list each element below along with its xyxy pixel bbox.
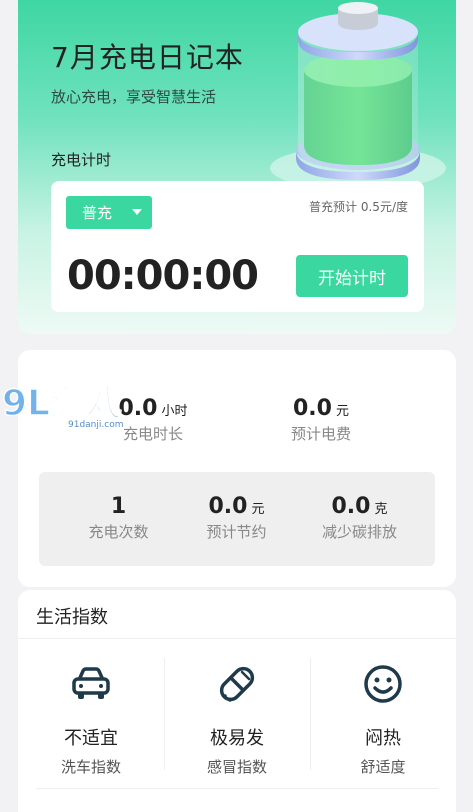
charge-mode-value: 普充 (82, 204, 113, 222)
carwash-value: 不适宜 (64, 728, 118, 749)
stat-fee: 0.0 元 预计电费 (256, 396, 386, 444)
divider (36, 788, 438, 789)
stat-saving-value: 0.0 (208, 494, 248, 519)
chevron-down-icon (132, 209, 142, 215)
price-estimate-text: 普充预计 0.5元/度 (309, 200, 408, 214)
stat-carbon-label: 减少碳排放 (321, 523, 397, 541)
comfort-value: 闷热 (365, 728, 401, 749)
charge-mode-select[interactable]: 普充 (66, 196, 152, 229)
watermark-text: 9L游戏 (2, 383, 122, 424)
stat-carbon-unit: 克 (374, 502, 388, 517)
stat-carbon: 0.0 克 减少碳排放 (297, 494, 422, 542)
life-item-comfort: 闷热 舒适度 (310, 662, 456, 777)
timer-section-label: 充电计时 (51, 151, 112, 169)
car-icon (18, 662, 164, 706)
stat-count-label: 充电次数 (88, 523, 149, 541)
life-item-cold: 极易发 感冒指数 (164, 662, 310, 777)
divider (18, 638, 456, 639)
stat-fee-value: 0.0 (293, 396, 332, 421)
stat-count: 1 充电次数 (61, 494, 176, 542)
stat-saving-label: 预计节约 (206, 523, 267, 541)
page-title: 7月充电日记本 (51, 41, 244, 74)
stat-saving-unit: 元 (251, 502, 265, 517)
stat-count-value: 1 (110, 494, 127, 519)
timer-display: 00:00:00 (67, 253, 259, 299)
comfort-label: 舒适度 (360, 758, 406, 776)
page-subtitle: 放心充电，享受智慧生活 (51, 88, 217, 106)
battery-illustration-icon (266, 0, 446, 195)
stats-detail-panel: 1 充电次数 0.0 元 预计节约 0.0 克 减少碳排放 (39, 472, 435, 566)
watermark-url: 91danji.com (68, 420, 123, 430)
cold-value: 极易发 (210, 728, 264, 749)
stat-carbon-value: 0.0 (331, 494, 371, 519)
cold-label: 感冒指数 (206, 758, 267, 776)
pill-icon (164, 662, 310, 706)
life-item-carwash: 不适宜 洗车指数 (18, 662, 164, 777)
life-index-title: 生活指数 (36, 607, 108, 628)
start-timer-button[interactable]: 开始计时 (296, 255, 408, 297)
carwash-label: 洗车指数 (60, 758, 121, 776)
timer-card: 普充 普充预计 0.5元/度 00:00:00 开始计时 (51, 181, 424, 312)
stat-saving: 0.0 元 预计节约 (179, 494, 294, 542)
life-index-card: 生活指数 不适宜 洗车指数 极易发 感冒指数 闷热 舒适度 (18, 590, 456, 812)
stat-fee-label: 预计电费 (290, 425, 351, 443)
smile-icon (310, 662, 456, 706)
hero-card: 7月充电日记本 放心充电，享受智慧生活 充电计时 普充 普充预计 0.5元/度 … (18, 0, 456, 334)
stat-duration-unit: 小时 (161, 404, 188, 419)
watermark-logo: 9L游戏 91danji.com (0, 375, 140, 431)
stat-fee-unit: 元 (335, 404, 349, 419)
